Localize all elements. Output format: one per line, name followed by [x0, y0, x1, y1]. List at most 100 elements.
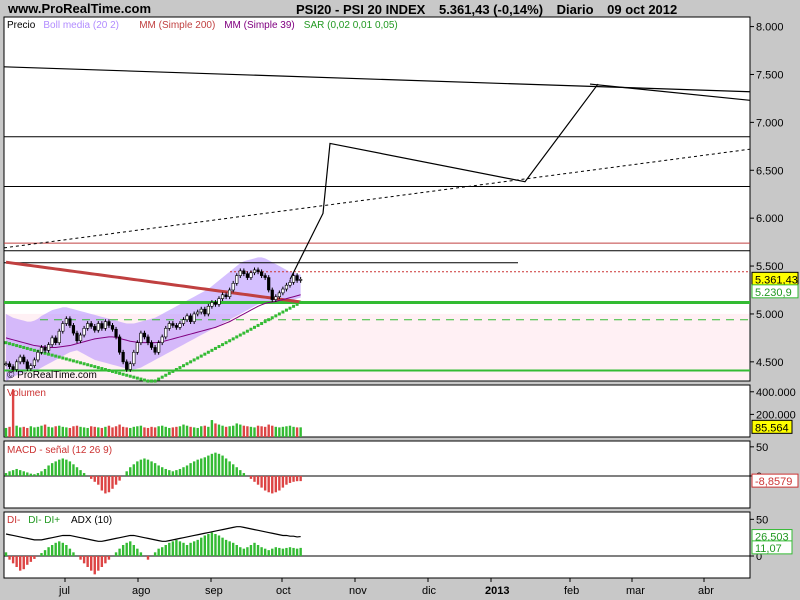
macd-bar [146, 459, 150, 476]
sar-point [82, 362, 86, 366]
sar-point [61, 356, 65, 360]
macd-bar [72, 464, 75, 476]
volume-y-tick-label: 400.000 [756, 387, 796, 399]
x-tick-label: dic [422, 585, 437, 597]
candle-body [267, 277, 271, 291]
sar-point [57, 355, 61, 359]
sar-point [253, 325, 256, 329]
volume-bar [4, 427, 8, 437]
price-y-tick-label: 8.000 [756, 22, 784, 34]
dmi-y-tick-label: 50 [756, 514, 768, 526]
sar-point [189, 360, 193, 364]
macd-bar [114, 475, 118, 485]
macd-bar [263, 475, 267, 491]
volume-bar [114, 426, 118, 437]
sar-point [25, 346, 29, 350]
candle-body [259, 271, 264, 276]
price-y-tick-label: 7.000 [756, 117, 784, 129]
x-tick-label: feb [564, 585, 579, 597]
candle-body [82, 328, 86, 336]
di-diff-bar [15, 556, 18, 567]
di-diff-bar [107, 556, 111, 560]
candle-body [125, 361, 129, 370]
volume-bar [33, 427, 36, 437]
macd-bar [90, 475, 93, 479]
price-legend-item: Precio [7, 20, 36, 31]
volume-bar [182, 424, 185, 437]
di-diff-bar [90, 556, 93, 571]
volume-legend: Volumen [7, 388, 46, 399]
chart-canvas[interactable]: 8.000 7.500 7.000 6.500 6.000 5.500 5.000 4.500… [0, 0, 800, 600]
sar-point [213, 346, 217, 350]
volume-bar [100, 427, 104, 437]
sar-point [121, 372, 125, 376]
sar-point [260, 322, 264, 326]
macd-bar [292, 475, 295, 482]
candle-body [220, 294, 225, 299]
di-diff-bar [249, 545, 253, 556]
di-diff-bar [79, 556, 82, 560]
sar-point [18, 345, 22, 349]
volume-bar [263, 426, 267, 437]
di-diff-bar [29, 556, 33, 562]
macd-bar [36, 473, 40, 476]
di-diff-bar [185, 545, 189, 556]
macd-bar [196, 459, 199, 476]
di-diff-bar [43, 550, 47, 556]
volume-bar [249, 426, 253, 437]
sar-point [199, 354, 203, 358]
sar-point [75, 360, 79, 364]
volume-bar [217, 424, 221, 437]
di-diff-bar [267, 550, 270, 556]
volume-bar [153, 427, 157, 437]
di-diff-bar [228, 541, 231, 556]
macd-bar [19, 470, 22, 476]
sar-point [263, 320, 267, 324]
candle-body [22, 356, 26, 363]
candle-body [242, 270, 246, 275]
macd-bar [299, 475, 302, 482]
volume-bar [86, 427, 89, 437]
di-diff-bar [288, 547, 292, 556]
volume-bar [168, 427, 171, 437]
candle-body [50, 337, 54, 345]
volume-bar [164, 426, 167, 437]
macd-bar [200, 458, 203, 476]
sar-point [245, 329, 249, 333]
candle-body [245, 273, 250, 278]
sar-point [235, 335, 239, 339]
dmi-legend-item: ADX (10) [71, 515, 112, 526]
volume-bar [36, 426, 40, 437]
candle-body [25, 361, 29, 369]
candle-body [192, 313, 196, 322]
panel-macd [3, 440, 751, 509]
sar-point [164, 373, 168, 377]
sar-point [157, 377, 161, 381]
dmi-legend-item: DI- DI+ [28, 515, 60, 526]
candle-body [32, 359, 36, 366]
macd-bar [61, 458, 64, 476]
macd-bar [260, 475, 263, 488]
macd-bar [281, 475, 285, 488]
candle-body [61, 323, 65, 332]
x-tick-label: ago [132, 585, 150, 597]
sar-point [114, 370, 118, 374]
macd-legend: MACD - señal (12 26 9) [7, 445, 112, 456]
sar-point [256, 323, 260, 327]
volume-bar [295, 427, 299, 437]
candle-body [110, 325, 115, 330]
sar-point [178, 366, 182, 370]
macd-bar [182, 467, 185, 476]
candle-body [178, 323, 182, 328]
candle-body [96, 323, 100, 331]
di-diff-bar [253, 542, 256, 556]
volume-bar [150, 426, 153, 437]
macd-bar [221, 455, 224, 476]
sar-point [79, 361, 83, 365]
di-diff-bar [118, 548, 121, 556]
macd-bar [136, 461, 139, 476]
x-tick-label: 2013 [485, 585, 509, 597]
sar-point [281, 310, 285, 314]
di-diff-bar [260, 547, 263, 556]
di-last-label: 11,07 [755, 543, 782, 555]
